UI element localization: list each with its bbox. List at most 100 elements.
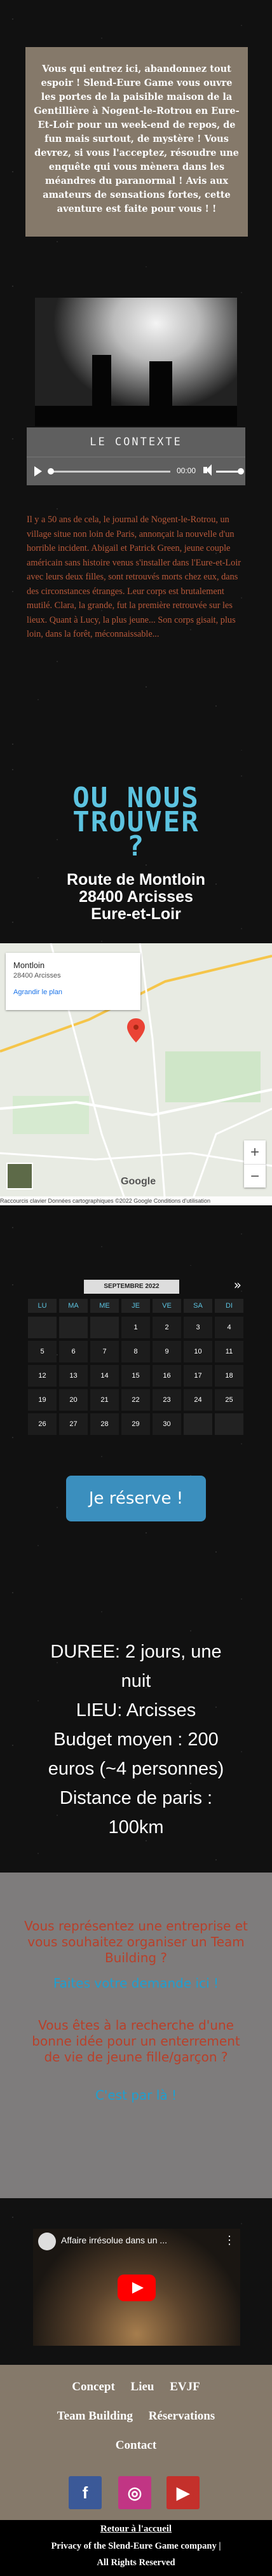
- calendar-day[interactable]: 3: [184, 1317, 212, 1338]
- map-satellite-toggle[interactable]: [6, 1163, 33, 1189]
- reserve-button[interactable]: Je réserve !: [66, 1476, 206, 1521]
- map-card-title: Montloin: [13, 960, 45, 970]
- calendar-day[interactable]: 19: [28, 1389, 57, 1411]
- calendar-day[interactable]: 8: [121, 1341, 150, 1362]
- footer-nav-row: Concept Lieu EVJF: [0, 2380, 272, 2394]
- calendar-day[interactable]: 29: [121, 1413, 150, 1435]
- calendar-header: SEPTEMBRE 2022 »: [27, 1277, 245, 1295]
- calendar-day[interactable]: 21: [90, 1389, 119, 1411]
- weekday: DI: [215, 1299, 243, 1313]
- calendar-day[interactable]: 15: [121, 1365, 150, 1387]
- context-section: LE CONTEXTE 00:00 Il y a 50 ans de cela,…: [0, 267, 272, 751]
- video-menu-icon[interactable]: ⋮: [224, 2234, 235, 2247]
- calendar-day[interactable]: 6: [59, 1341, 88, 1362]
- calendar-day[interactable]: 9: [153, 1341, 181, 1362]
- calendar-day[interactable]: 5: [28, 1341, 57, 1362]
- intro-section: Vous qui entrez ici, abandonnez tout esp…: [0, 0, 272, 267]
- calendar-day[interactable]: 20: [59, 1389, 88, 1411]
- location-heading: OU NOUS TROUVER ?: [0, 784, 272, 862]
- calendar-day[interactable]: 16: [153, 1365, 181, 1387]
- info-line: euros (~4 personnes): [48, 1759, 224, 1779]
- calendar-day[interactable]: 26: [28, 1413, 57, 1435]
- weekday: LU: [28, 1299, 57, 1313]
- audio-progress-knob[interactable]: [48, 468, 54, 474]
- youtube-icon[interactable]: ▶: [167, 2476, 200, 2509]
- volume-knob[interactable]: [238, 468, 244, 474]
- footer-link-reservations[interactable]: Réservations: [149, 2409, 215, 2423]
- address-line: 28400 Arcisses: [79, 888, 193, 906]
- haunted-photo: [35, 298, 237, 426]
- zoom-in-button[interactable]: +: [244, 1140, 266, 1165]
- weekday: ME: [90, 1299, 119, 1313]
- facebook-glyph: f: [82, 2483, 88, 2502]
- calendar-day[interactable]: 18: [215, 1365, 243, 1387]
- calendar-day[interactable]: 22: [121, 1389, 150, 1411]
- google-map[interactable]: Montloin 28400 Arcisses Agrandir le plan…: [0, 943, 272, 1205]
- zoom-out-button[interactable]: −: [244, 1165, 266, 1188]
- info-line: Budget moyen : 200: [53, 1729, 219, 1750]
- copyright-line: Privacy of the Slend-Eure Game company |: [51, 2541, 221, 2551]
- calendar-day[interactable]: 7: [90, 1341, 119, 1362]
- footer-link-contact[interactable]: Contact: [116, 2439, 156, 2452]
- team-building-question: Vous représentez une entreprise et vous …: [24, 1918, 248, 1965]
- footer-link-evjf[interactable]: EVJF: [170, 2380, 200, 2393]
- calendar-next-button[interactable]: »: [234, 1277, 241, 1292]
- evjf-link[interactable]: C'est par là !: [24, 2088, 248, 2103]
- calendar-day[interactable]: 27: [59, 1413, 88, 1435]
- calendar-day[interactable]: 28: [90, 1413, 119, 1435]
- calendar-week: 12 13 14 15 16 17 18: [27, 1364, 245, 1388]
- calendar-day[interactable]: 25: [215, 1389, 243, 1411]
- map-zoom-controls[interactable]: + −: [244, 1140, 266, 1188]
- weekday: JE: [121, 1299, 150, 1313]
- weekday: VE: [153, 1299, 181, 1313]
- volume-slider[interactable]: [216, 468, 244, 474]
- calendar-empty-cell: [184, 1413, 212, 1435]
- calendar-day[interactable]: 24: [184, 1389, 212, 1411]
- calendar-day[interactable]: 23: [153, 1389, 181, 1411]
- calendar-month: SEPTEMBRE 2022: [84, 1280, 179, 1294]
- calendar-section: SEPTEMBRE 2022 » LU MA ME JE VE SA DI 12…: [0, 1266, 272, 1574]
- context-title: LE CONTEXTE: [27, 427, 245, 457]
- calendar-empty-cell: [90, 1317, 119, 1338]
- audio-player[interactable]: 00:00: [27, 457, 245, 485]
- youtube-embed[interactable]: Affaire irrésolue dans un ... ⋮: [33, 2229, 240, 2346]
- audio-progress-track[interactable]: [48, 468, 170, 474]
- facebook-icon[interactable]: f: [69, 2476, 102, 2509]
- address-line: Eure-et-Loir: [91, 905, 181, 923]
- info-line: nuit: [121, 1671, 151, 1691]
- calendar-grid: LU MA ME JE VE SA DI 1 2 3 4 5 6 7 8 9 10 11 12 13 14…: [27, 1299, 245, 1436]
- calendar-day[interactable]: 11: [215, 1341, 243, 1362]
- calendar-day[interactable]: 2: [153, 1317, 181, 1338]
- calendar-day[interactable]: 30: [153, 1413, 181, 1435]
- location-section: OU NOUS TROUVER ? Route de Montloin 2840…: [0, 751, 272, 1266]
- address: Route de Montloin 28400 Arcisses Eure-et…: [0, 871, 272, 923]
- play-icon[interactable]: [34, 466, 42, 476]
- calendar-day[interactable]: 13: [59, 1365, 88, 1387]
- instagram-icon[interactable]: ◎: [118, 2476, 151, 2509]
- copyright-line: All Rights Reserved: [97, 2558, 175, 2568]
- context-story: Il y a 50 ans de cela, le journal de Nog…: [27, 515, 241, 639]
- volume-icon[interactable]: [203, 464, 212, 476]
- team-building-link[interactable]: Faites votre demande ici !: [24, 1976, 248, 1991]
- calendar-day[interactable]: 10: [184, 1341, 212, 1362]
- map-footer[interactable]: Raccourcis clavier Données cartographiqu…: [0, 1196, 272, 1205]
- calendar-day[interactable]: 17: [184, 1365, 212, 1387]
- back-home-link[interactable]: Retour à l'accueil: [0, 2524, 272, 2535]
- calendar-week: 1234: [27, 1315, 245, 1340]
- calendar-day[interactable]: 12: [28, 1365, 57, 1387]
- footer-link-concept[interactable]: Concept: [72, 2380, 115, 2393]
- footer-link-team-building[interactable]: Team Building: [57, 2409, 133, 2423]
- calendar-day[interactable]: 14: [90, 1365, 119, 1387]
- footer-bar: Retour à l'accueil Privacy of the Slend-…: [0, 2520, 272, 2576]
- heading-line: ?: [126, 830, 146, 862]
- google-logo: Google: [121, 1176, 156, 1187]
- address-line: Route de Montloin: [66, 871, 206, 889]
- map-enlarge-link[interactable]: Agrandir le plan: [13, 988, 62, 996]
- video-title[interactable]: Affaire irrésolue dans un ...: [61, 2235, 167, 2245]
- youtube-play-icon[interactable]: [118, 2275, 156, 2301]
- footer-link-lieu[interactable]: Lieu: [131, 2380, 154, 2393]
- calendar-weeks: 1 2 3 4 5 6 7 8 9 10 11 12 13 14 15 16 17 18 19 20 21 22 23 24 2…: [27, 1315, 245, 1436]
- channel-avatar[interactable]: [38, 2233, 56, 2250]
- calendar-day[interactable]: 4: [215, 1317, 243, 1338]
- calendar-day[interactable]: 1: [121, 1317, 150, 1338]
